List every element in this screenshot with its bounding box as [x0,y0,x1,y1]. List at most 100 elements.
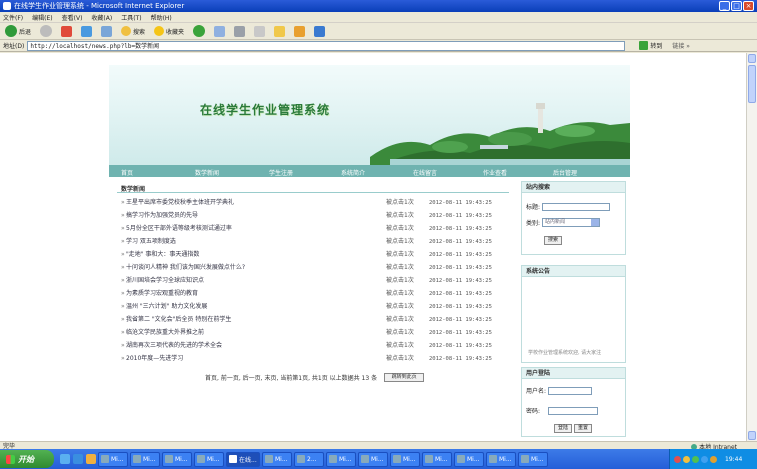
stop-button[interactable] [59,24,74,38]
password-input[interactable] [548,406,599,415]
search-button[interactable]: 搜索 [119,24,147,38]
back-button[interactable]: 后退 [3,24,33,38]
media-icon[interactable] [86,454,96,464]
start-button[interactable]: 开始 [0,450,54,468]
nav-math-news[interactable]: 数学新闻 [195,168,219,177]
type-select[interactable]: 站内新闻 [542,218,601,227]
nav-homework[interactable]: 作业查看 [483,168,507,177]
news-row[interactable]: » 学习 双五项制度选 被点击1次 2012-08-11 19:43:25 [121,237,513,247]
news-row[interactable]: » 我省第二 "文化会"后全员 特别在前学生 被点击1次 2012-08-11 19:… [121,315,513,325]
tray-icon[interactable] [701,455,708,463]
ie-launch-icon[interactable] [73,454,83,464]
news-title[interactable]: 学习 双五项制度选 [126,237,176,247]
news-title[interactable]: 2010年度—先进学习 [126,354,183,364]
tray-icon[interactable] [710,455,717,463]
address-input[interactable]: http://localhost/news.php?lb=数学新闻 [27,40,626,51]
taskbar-item[interactable]: 2... [294,451,324,467]
news-row[interactable]: » "走地" 事和大：事天通指数 被点击1次 2012-08-11 19:43:25 [121,250,513,260]
maximize-button[interactable]: □ [731,1,742,11]
taskbar-item[interactable]: Mi... [326,451,356,467]
news-title[interactable]: 湖南再次三项代表的先进的学术全会 [126,341,222,351]
news-row[interactable]: » 王星平出席市委党校秋季主体班开学典礼 被点击1次 2012-08-11 19:43… [121,198,513,208]
nav-home[interactable]: 首页 [121,168,133,177]
news-title[interactable]: "走地" 事和大：事天通指数 [126,250,199,260]
refresh-button[interactable] [79,24,94,38]
news-title[interactable]: 临沧文学民族重大外界推之前 [126,328,204,338]
nav-admin[interactable]: 后台管理 [553,168,577,177]
taskbar-item[interactable]: Mi... [194,451,224,467]
messenger-button[interactable] [292,24,307,38]
menu-help[interactable]: 帮助(H) [151,13,172,22]
tray-icon[interactable] [674,455,681,463]
menu-tools[interactable]: 工具(T) [121,13,141,22]
news-title[interactable]: 温州 "三六计划" 助力文化发展 [126,302,207,312]
news-row[interactable]: » 浙川国培会学习全球应知识点 被点击1次 2012-08-11 19:43:25 [121,276,513,286]
taskbar-item[interactable]: Mi... [262,451,292,467]
taskbar-item[interactable]: Mi... [390,451,420,467]
jump-page-button[interactable]: 跳转到此页 [384,373,425,382]
news-row[interactable]: » 2010年度—先进学习 被点击1次 2012-08-11 19:43:25 [121,354,513,364]
nav-register[interactable]: 学生注册 [269,168,293,177]
links-button[interactable]: 链接 » [672,41,690,50]
desktop-icon[interactable] [60,454,70,464]
close-button[interactable]: × [743,1,754,11]
scroll-thumb[interactable] [748,65,756,103]
taskbar-item[interactable]: Mi... [98,451,128,467]
forward-button[interactable] [38,24,54,38]
keyword-input[interactable] [542,202,611,211]
minimize-button[interactable]: _ [719,1,730,11]
scroll-down-icon[interactable] [748,431,756,440]
taskbar-item[interactable]: Mi... [454,451,484,467]
taskbar-item[interactable]: Mi... [422,451,452,467]
news-row[interactable]: » 温州 "三六计划" 助力文化发展 被点击1次 2012-08-11 19:43:2… [121,302,513,312]
taskbar-item[interactable]: Mi... [518,451,548,467]
taskbar-item[interactable]: Mi... [162,451,192,467]
news-date: 2012-08-11 19:43:25 [429,226,492,232]
vertical-scrollbar[interactable] [746,53,757,441]
news-hits: 被点击1次 [386,212,414,219]
taskbar-item-active[interactable]: 在线... [226,451,260,467]
news-row[interactable]: » 临沧文学民族重大外界推之前 被点击1次 2012-08-11 19:43:25 [121,328,513,338]
menu-file[interactable]: 文件(F) [3,13,23,22]
news-row[interactable]: » 搞学习作为加强党员的先导 被点击1次 2012-08-11 19:43:25 [121,211,513,221]
research-button[interactable] [312,24,327,38]
news-title[interactable]: 浙川国培会学习全球应知识点 [126,276,204,286]
tray-icon[interactable] [692,455,699,463]
login-button[interactable]: 登陆 [554,424,573,433]
go-button[interactable]: 转到 [650,41,662,50]
news-row[interactable]: » 湖南再次三项代表的先进的学术全会 被点击1次 2012-08-11 19:43:2… [121,341,513,351]
news-title[interactable]: 5月份全区干部外语等级考核测试通过率 [126,224,232,234]
mail-button[interactable] [212,24,227,38]
news-title[interactable]: 我省第二 "文化会"后全员 特别在前学生 [126,315,231,325]
scroll-up-icon[interactable] [748,54,756,63]
history-button[interactable] [191,24,207,38]
edit-button[interactable] [252,24,267,38]
print-icon [234,25,246,37]
favorites-button[interactable]: 收藏夹 [152,24,186,38]
nav-guestbook[interactable]: 在线留言 [413,168,437,177]
news-title[interactable]: 搞学习作为加强党员的先导 [126,211,198,221]
taskbar-item[interactable]: Mi... [486,451,516,467]
taskbar-item[interactable]: Mi... [358,451,388,467]
folder-button[interactable] [272,24,287,38]
type-label: 类别: [526,220,541,227]
search-submit-button[interactable]: 搜索 [544,236,563,245]
taskbar-item[interactable]: Mi... [130,451,160,467]
news-title[interactable]: 十问谈问人精神 我们该为国兴发展做点什么? [126,263,245,273]
news-title[interactable]: 为素质学习宏观重视的教育 [126,289,198,299]
username-input[interactable] [548,386,593,395]
news-row[interactable]: » 十问谈问人精神 我们该为国兴发展做点什么? 被点击1次 2012-08-11 19… [121,263,513,273]
print-button[interactable] [232,24,247,38]
news-row[interactable]: » 5月份全区干部外语等级考核测试通过率 被点击1次 2012-08-11 19:43… [121,224,513,234]
menu-view[interactable]: 查看(V) [62,13,83,22]
go-arrow-icon[interactable] [639,41,649,50]
news-title[interactable]: 王星平出席市委党校秋季主体班开学典礼 [126,198,234,208]
home-button[interactable] [99,24,114,38]
menu-edit[interactable]: 编辑(E) [32,13,52,22]
nav-about[interactable]: 系统简介 [341,168,365,177]
pagination-text[interactable]: 首页, 前一页, 后一页, 末页, 当前第1页, 共1页 以上数据共 13 条 [205,373,377,382]
tray-icon[interactable] [683,455,690,463]
menu-favorites[interactable]: 收藏(A) [91,13,112,22]
news-row[interactable]: » 为素质学习宏观重视的教育 被点击1次 2012-08-11 19:43:25 [121,289,513,299]
reset-button[interactable]: 重置 [574,424,593,433]
